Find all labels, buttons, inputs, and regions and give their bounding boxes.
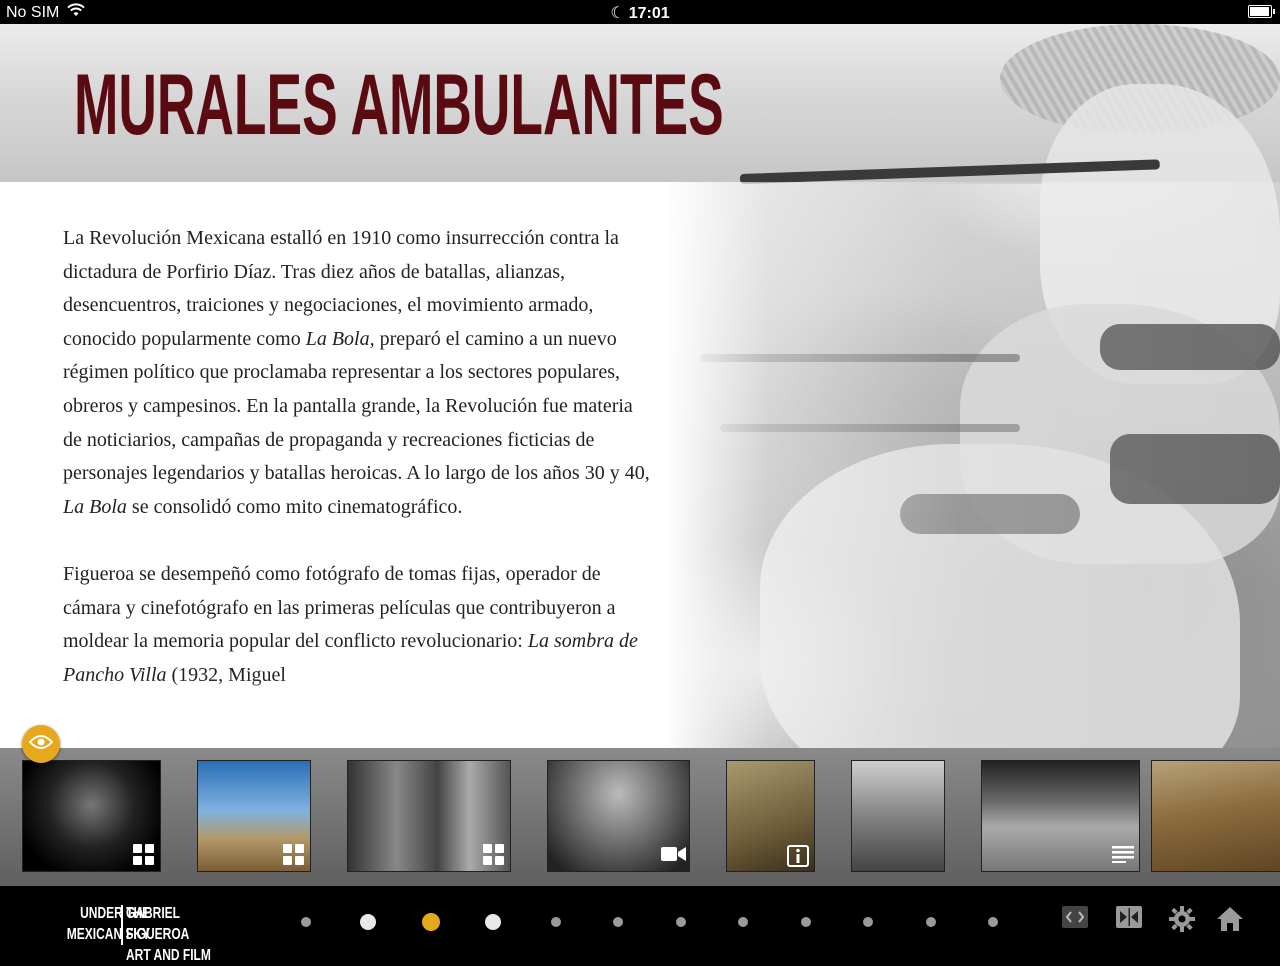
- paragraph-1-italic-1: La Bola,: [305, 327, 375, 350]
- page-dot-active[interactable]: [422, 913, 440, 931]
- page-dot[interactable]: [301, 917, 311, 927]
- gear-icon[interactable]: [1169, 906, 1195, 936]
- view-button[interactable]: [22, 725, 60, 763]
- page-dot[interactable]: [676, 917, 686, 927]
- grid-icon: [133, 844, 154, 865]
- paragraph-2: Figueroa se desempeñó como fotógrafo de …: [63, 558, 653, 692]
- paragraph-1-part-c: se consolidó como mito cinematográfico.: [126, 495, 463, 518]
- paragraph-1-italic-2: La Bola: [63, 495, 127, 518]
- eye-icon: [28, 734, 54, 755]
- page-dot[interactable]: [988, 917, 998, 927]
- thumbnail-4[interactable]: [547, 760, 690, 872]
- time-label: 17:01: [628, 5, 670, 22]
- page-dot[interactable]: [551, 917, 561, 927]
- page-dot[interactable]: [926, 917, 936, 927]
- thumbnail-7[interactable]: [981, 760, 1140, 872]
- paragraph-1-part-b: preparó el camino a un nuevo régimen pol…: [63, 327, 650, 485]
- page-indicator[interactable]: [0, 912, 1280, 932]
- code-brackets-icon[interactable]: [1062, 906, 1088, 936]
- page-dot[interactable]: [801, 917, 811, 927]
- thumbnail-8[interactable]: [1151, 760, 1280, 872]
- thumbnail-3[interactable]: [347, 760, 511, 872]
- thumbnail-strip[interactable]: [0, 748, 1280, 886]
- thumbnail-1[interactable]: [22, 760, 161, 872]
- battery-fill: [1250, 7, 1269, 16]
- page-title: MURALES AMBULANTES: [74, 57, 724, 153]
- text-fade: [63, 678, 653, 722]
- thumbnail-6[interactable]: [851, 760, 945, 872]
- thumbnail-5[interactable]: [726, 760, 815, 872]
- home-icon[interactable]: [1216, 906, 1244, 936]
- page-dot[interactable]: [738, 917, 748, 927]
- page-dot[interactable]: [613, 917, 623, 927]
- article-text[interactable]: La Revolución Mexicana estalló en 1910 c…: [63, 222, 653, 722]
- page-dot[interactable]: [863, 917, 873, 927]
- paragraph-1: La Revolución Mexicana estalló en 1910 c…: [63, 222, 653, 524]
- thumbnail-2[interactable]: [197, 760, 311, 872]
- grid-icon: [283, 844, 304, 865]
- page-dot[interactable]: [485, 914, 501, 930]
- page-dot[interactable]: [360, 914, 376, 930]
- info-icon: [786, 845, 810, 867]
- grid-icon: [483, 844, 504, 865]
- logo-line-2-right: ART AND FILM: [126, 947, 211, 964]
- battery-icon: [1248, 5, 1275, 18]
- compare-icon[interactable]: [1116, 906, 1142, 936]
- video-camera-icon: [661, 845, 686, 867]
- status-bar: No SIM ☾ 17:01: [0, 0, 1280, 24]
- status-time: ☾ 17:01: [0, 3, 1280, 23]
- moon-icon: ☾: [610, 5, 625, 22]
- text-lines-icon: [1111, 845, 1135, 867]
